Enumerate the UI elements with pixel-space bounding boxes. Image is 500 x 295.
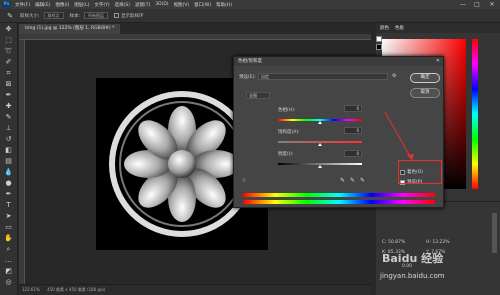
watermark-url: jingyan.baidu.com (380, 272, 445, 280)
watermark-logo: Baidu 经验 (382, 252, 444, 265)
